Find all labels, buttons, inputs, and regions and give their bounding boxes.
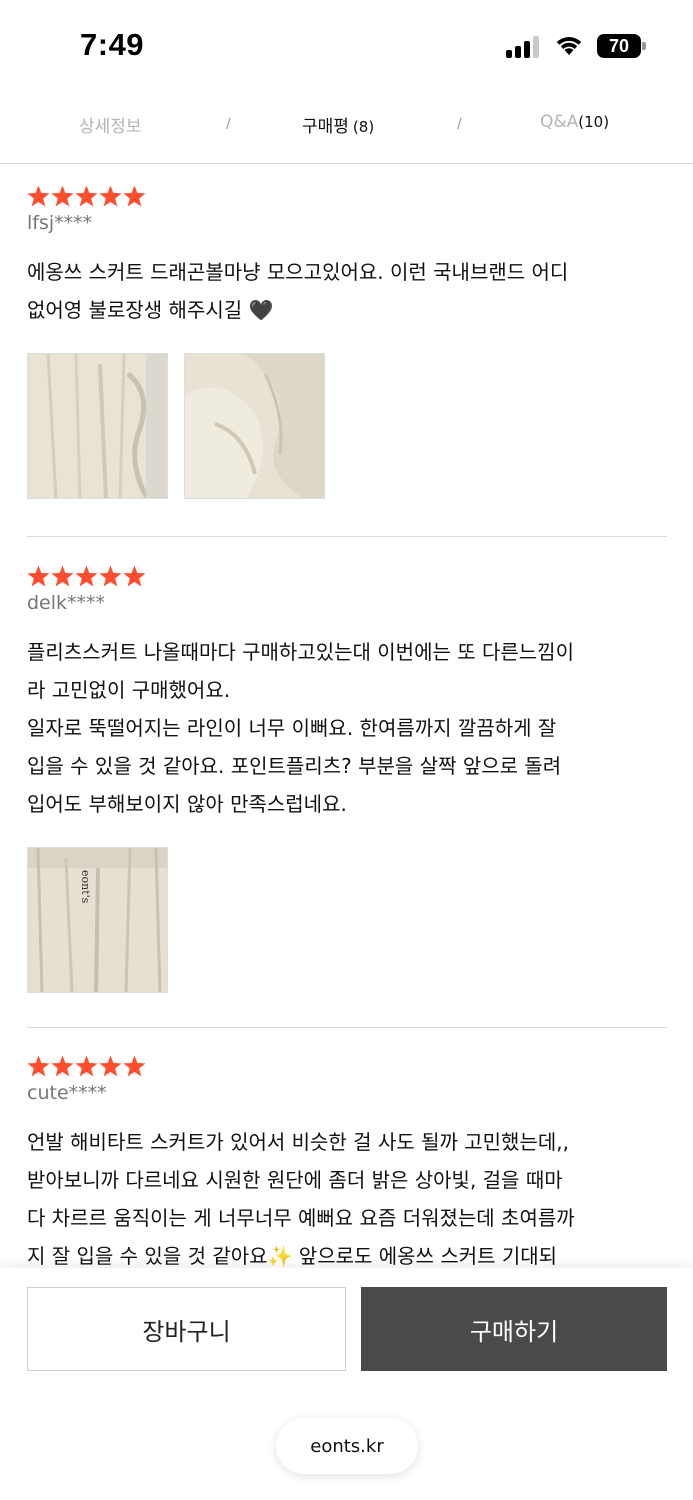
- tab-separator: /: [226, 116, 231, 132]
- url-bar[interactable]: eonts.kr: [276, 1418, 418, 1474]
- add-to-cart-button[interactable]: 장바구니: [27, 1287, 346, 1371]
- star-icon: [99, 185, 122, 207]
- bottom-action-bar: 장바구니 구매하기 eonts.kr: [0, 1268, 693, 1500]
- review-divider: [27, 1027, 667, 1028]
- reviewer-name: lfsj****: [27, 212, 93, 234]
- star-icon: [51, 185, 74, 207]
- tab-bar: 상세정보 / 구매평 (8) / Q&A(10): [0, 96, 693, 164]
- garment-tag-text: eont's: [79, 870, 92, 904]
- tab-qa-count: (10): [578, 113, 610, 131]
- star-icon: [75, 1055, 98, 1077]
- tab-reviews-count: (8): [352, 118, 375, 136]
- tab-detail-label: 상세정보: [79, 117, 142, 137]
- tab-reviews[interactable]: 구매평 (8): [302, 112, 374, 137]
- review-photos: eont's: [27, 847, 667, 993]
- review-item: lfsj**** 에옹쓰 스커트 드래곤볼마냥 모으고있어요. 이런 국내브랜드…: [27, 185, 667, 499]
- star-rating: [27, 565, 667, 591]
- tab-separator: /: [457, 116, 462, 132]
- review-photo[interactable]: [184, 353, 325, 499]
- wifi-icon: [556, 37, 582, 55]
- star-icon: [123, 1055, 146, 1077]
- status-bar: 7:49 70: [0, 0, 693, 90]
- star-icon: [27, 185, 50, 207]
- review-item: delk**** 플리츠스커트 나올때마다 구매하고있는대 이번에는 또 다른느…: [27, 565, 667, 993]
- tab-qa-label: Q&A: [540, 112, 579, 132]
- cellular-signal-icon: [506, 36, 542, 58]
- star-icon: [123, 185, 146, 207]
- star-rating: [27, 185, 667, 211]
- review-divider: [27, 536, 667, 537]
- reviewer-name: delk****: [27, 592, 106, 614]
- review-text: 플리츠스커트 나올때마다 구매하고있는대 이번에는 또 다른느낌이 라 고민없이…: [27, 640, 574, 816]
- star-icon: [75, 185, 98, 207]
- tab-qa[interactable]: Q&A(10): [540, 112, 609, 132]
- star-icon: [27, 565, 50, 587]
- buy-now-button[interactable]: 구매하기: [361, 1287, 667, 1371]
- star-rating: [27, 1055, 667, 1081]
- reviewer-name: cute****: [27, 1082, 107, 1104]
- review-text: 언발 해비타트 스커트가 있어서 비슷한 걸 사도 될까 고민했는데,, 받아보…: [27, 1130, 575, 1268]
- tab-reviews-label: 구매평: [302, 117, 349, 137]
- review-photo[interactable]: eont's: [27, 847, 168, 993]
- star-icon: [51, 1055, 74, 1077]
- tab-detail-info[interactable]: 상세정보: [79, 112, 142, 137]
- review-photos: [27, 353, 667, 499]
- review-item: cute**** 언발 해비타트 스커트가 있어서 비슷한 걸 사도 될까 고민…: [27, 1055, 667, 1275]
- star-icon: [123, 565, 146, 587]
- star-icon: [99, 565, 122, 587]
- star-icon: [99, 1055, 122, 1077]
- review-photo[interactable]: [27, 353, 168, 499]
- status-time: 7:49: [80, 27, 145, 62]
- battery-icon: 70: [597, 34, 647, 58]
- review-text: 에옹쓰 스커트 드래곤볼마냥 모으고있어요. 이런 국내브랜드 어디 없어영 불…: [27, 260, 569, 322]
- battery-level: 70: [597, 34, 641, 58]
- star-icon: [75, 565, 98, 587]
- star-icon: [27, 1055, 50, 1077]
- star-icon: [51, 565, 74, 587]
